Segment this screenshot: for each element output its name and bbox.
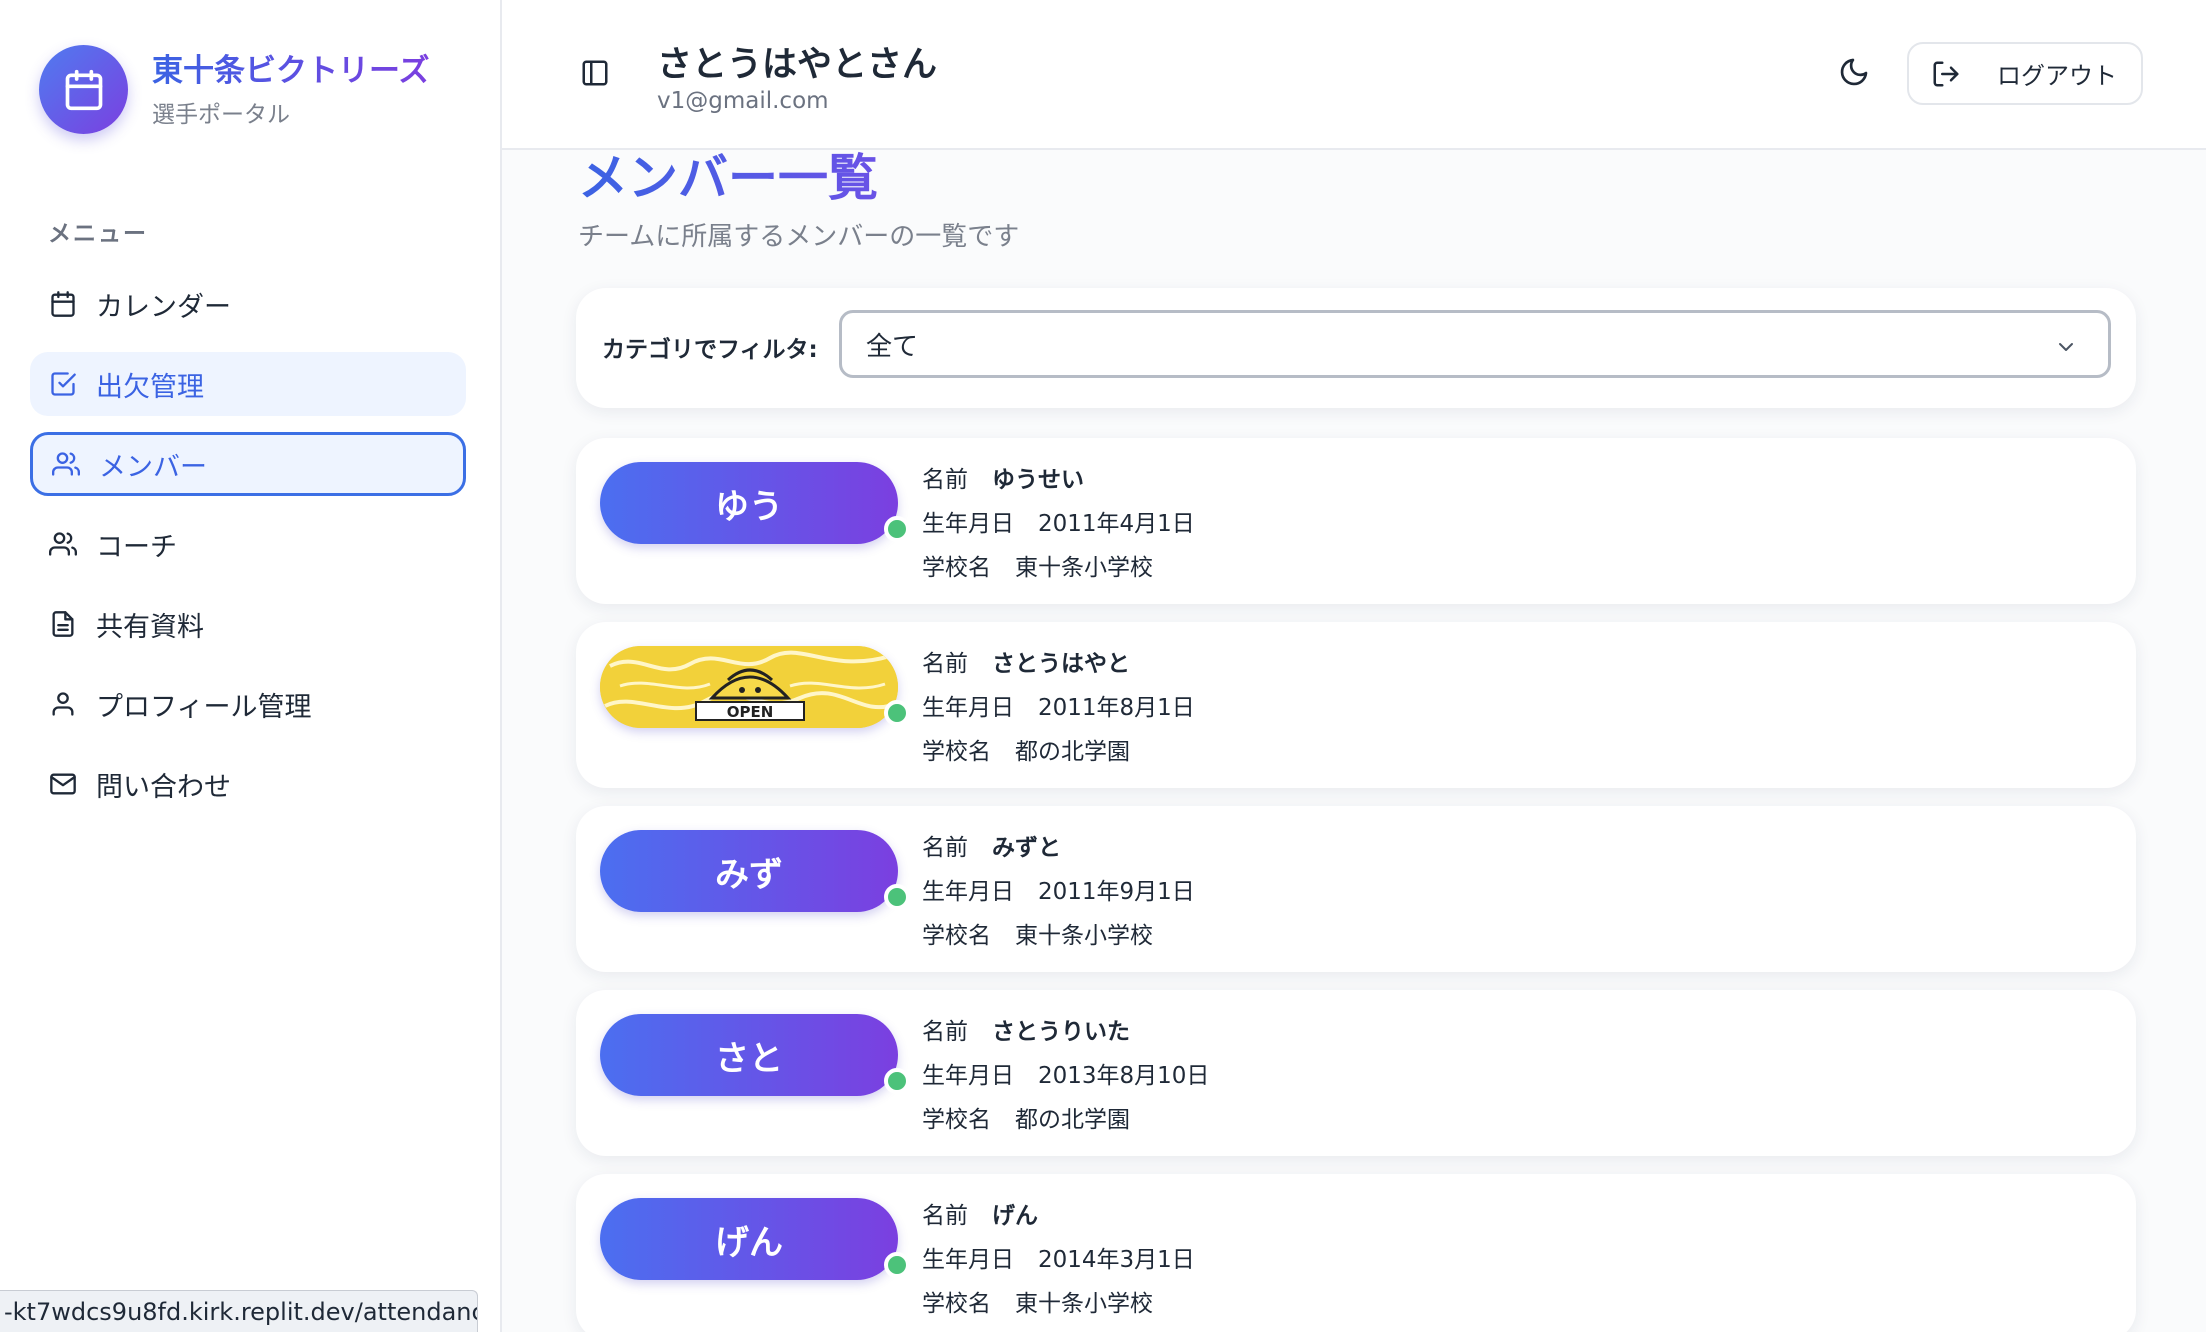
page-subtitle: チームに所属するメンバーの一覧です — [578, 222, 1020, 252]
member-birthday: 2011年4月1日 — [1038, 511, 1195, 537]
sidebar-item-label: 問い合わせ — [96, 771, 231, 803]
logout-button[interactable]: ログアウト — [1907, 42, 2143, 105]
brand-logo — [39, 45, 128, 134]
sidebar-item-label: カレンダー — [96, 291, 231, 323]
birthday-label: 生年月日 — [922, 1247, 1014, 1273]
sidebar-item-profile[interactable]: プロフィール管理 — [30, 672, 466, 736]
category-filter-value: 全て — [866, 331, 919, 362]
sidebar-item-label: 出欠管理 — [96, 371, 204, 403]
logout-label: ログアウト — [1997, 62, 2117, 90]
member-card[interactable]: OPEN 名前 さとうはやと 生年月日 2011年8月1日 学校名 都の北学園 — [576, 622, 2136, 788]
member-birthday: 2011年8月1日 — [1038, 695, 1195, 721]
check-square-icon — [51, 372, 76, 396]
school-label: 学校名 — [922, 923, 991, 949]
sidebar: 東十条ビクトリーズ 選手ポータル メニュー カレンダー 出欠管理 メンバー コー… — [0, 0, 502, 1332]
member-card[interactable]: げん 名前 げん 生年月日 2014年3月1日 学校名 東十条小学校 — [576, 1174, 2136, 1332]
sidebar-item-label: プロフィール管理 — [96, 691, 312, 723]
menu-heading: メニュー — [48, 221, 148, 247]
sidebar-item-label: メンバー — [99, 451, 207, 483]
online-status-dot — [884, 1068, 910, 1094]
chevron-down-icon — [2059, 343, 2073, 351]
sidebar-item-label: コーチ — [96, 531, 177, 563]
name-label: 名前 — [922, 651, 968, 677]
sidebar-item-attendance[interactable]: 出欠管理 — [30, 352, 466, 416]
calendar-icon — [51, 291, 75, 317]
member-school: 東十条小学校 — [1015, 1291, 1153, 1317]
online-status-dot — [884, 1252, 910, 1278]
member-birthday: 2014年3月1日 — [1038, 1247, 1195, 1273]
sidebar-item-calendar[interactable]: カレンダー — [30, 272, 466, 336]
user-name: さとうはやとさん — [657, 45, 938, 85]
member-avatar: ゆう — [600, 462, 898, 544]
member-school: 東十条小学校 — [1015, 555, 1153, 581]
school-label: 学校名 — [922, 739, 991, 765]
moon-icon — [1840, 58, 1868, 86]
status-bar-url: -kt7wdcs9u8fd.kirk.replit.dev/attendance — [0, 1290, 478, 1332]
member-birthday: 2011年9月1日 — [1038, 879, 1195, 905]
brand[interactable]: 東十条ビクトリーズ 選手ポータル — [39, 45, 429, 134]
user-icon — [52, 692, 74, 716]
birthday-label: 生年月日 — [922, 1063, 1014, 1089]
photo-open-text: OPEN — [727, 703, 774, 721]
filter-label: カテゴリでフィルタ: — [602, 337, 818, 363]
sidebar-item-contact[interactable]: 問い合わせ — [30, 752, 466, 816]
member-card[interactable]: みず 名前 みずと 生年月日 2011年9月1日 学校名 東十条小学校 — [576, 806, 2136, 972]
member-avatar: げん — [600, 1198, 898, 1280]
member-name: げん — [992, 1203, 1038, 1229]
member-card[interactable]: さと 名前 さとうりいた 生年月日 2013年8月10日 学校名 都の北学園 — [576, 990, 2136, 1156]
school-label: 学校名 — [922, 555, 991, 581]
member-name: さとうりいた — [992, 1019, 1130, 1045]
brand-title: 東十条ビクトリーズ — [152, 52, 430, 89]
name-label: 名前 — [922, 1203, 968, 1229]
birthday-label: 生年月日 — [922, 695, 1014, 721]
mail-icon — [50, 773, 76, 795]
sidebar-item-shared-docs[interactable]: 共有資料 — [30, 592, 466, 656]
sidebar-item-label: 共有資料 — [96, 611, 204, 643]
filter-card: カテゴリでフィルタ: 全て — [576, 288, 2136, 408]
name-label: 名前 — [922, 1019, 968, 1045]
top-header: さとうはやとさん v1@gmail.com ログアウト — [502, 0, 2206, 150]
sidebar-nav: カレンダー 出欠管理 メンバー コーチ 共有資料 プロフィール管理 問い合わせ — [30, 272, 466, 832]
logout-icon — [1933, 61, 1959, 86]
users-icon — [52, 452, 80, 476]
birthday-label: 生年月日 — [922, 511, 1014, 537]
member-school: 都の北学園 — [1015, 1107, 1130, 1133]
member-name: さとうはやと — [992, 651, 1130, 677]
member-avatar: みず — [600, 830, 898, 912]
member-name: みずと — [992, 835, 1061, 861]
member-school: 東十条小学校 — [1015, 923, 1153, 949]
user-email: v1@gmail.com — [657, 88, 829, 114]
name-label: 名前 — [922, 467, 968, 493]
name-label: 名前 — [922, 835, 968, 861]
brand-subtitle: 選手ポータル — [152, 101, 290, 128]
main-content: メンバー一覧 チームに所属するメンバーの一覧です カテゴリでフィルタ: 全て ゆ… — [502, 150, 2206, 1332]
school-label: 学校名 — [922, 1291, 991, 1317]
category-filter-select[interactable]: 全て — [839, 310, 2111, 378]
online-status-dot — [884, 700, 910, 726]
sidebar-item-members[interactable]: メンバー — [30, 432, 466, 496]
users-icon — [49, 532, 77, 556]
birthday-label: 生年月日 — [922, 879, 1014, 905]
school-label: 学校名 — [922, 1107, 991, 1133]
sidebar-toggle-button[interactable] — [580, 58, 612, 90]
member-card[interactable]: ゆう 名前 ゆうせい 生年月日 2011年4月1日 学校名 東十条小学校 — [576, 438, 2136, 604]
member-avatar: さと — [600, 1014, 898, 1096]
member-name: ゆうせい — [992, 467, 1084, 493]
calendar-icon — [65, 69, 102, 110]
page-title: メンバー一覧 — [578, 150, 878, 210]
file-text-icon — [52, 611, 74, 637]
member-avatar-photo: OPEN — [600, 646, 898, 728]
online-status-dot — [884, 884, 910, 910]
member-school: 都の北学園 — [1015, 739, 1130, 765]
theme-toggle-button[interactable] — [1838, 56, 1874, 92]
online-status-dot — [884, 516, 910, 542]
member-birthday: 2013年8月10日 — [1038, 1063, 1210, 1089]
sidebar-item-coach[interactable]: コーチ — [30, 512, 466, 576]
panel-left-icon — [582, 60, 608, 86]
